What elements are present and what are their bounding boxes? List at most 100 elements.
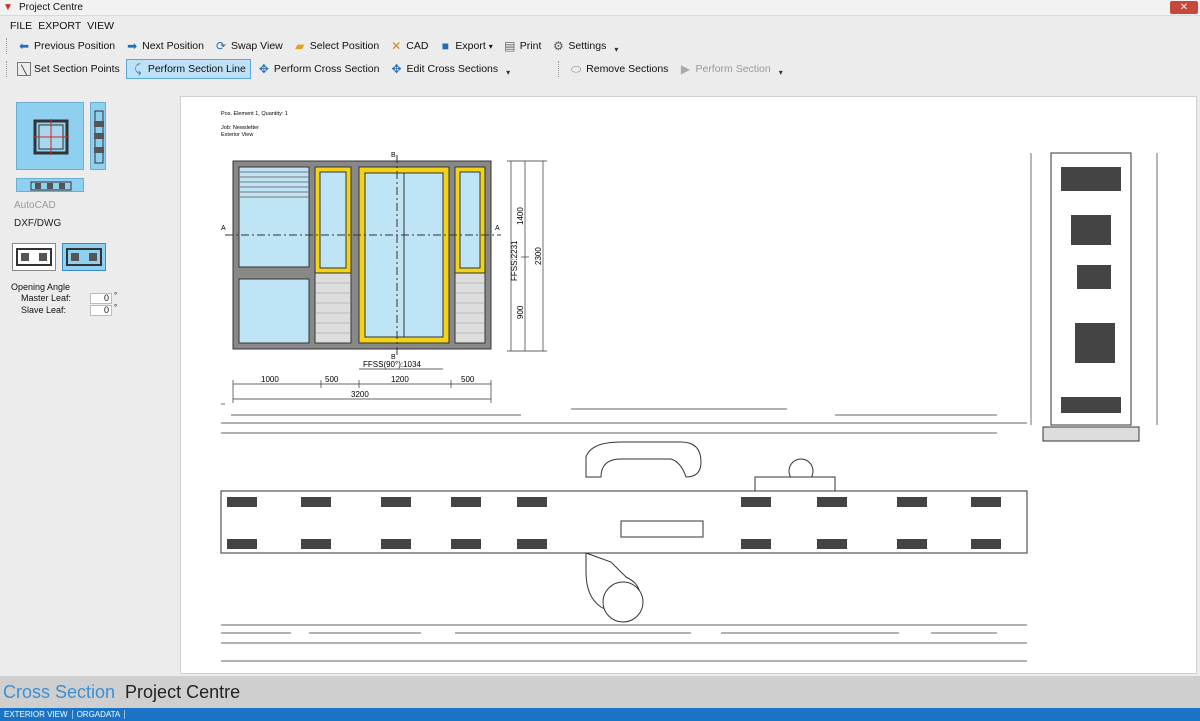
remove-sections-label: Remove Sections [586, 63, 669, 75]
master-leaf-input[interactable]: 0 [90, 293, 112, 304]
section-points-icon: ╲ [17, 62, 31, 76]
vertical-section-thumbnail[interactable] [90, 102, 106, 170]
window-title: Project Centre [19, 2, 83, 13]
profile-icon [16, 248, 52, 266]
window-preview-thumbnail[interactable] [16, 102, 84, 170]
tab-cross-section[interactable]: Cross Section [3, 682, 115, 703]
ffss-vertical-dim: FFSS:2231 [510, 240, 519, 281]
edit-cross-sections-button[interactable]: ✥ Edit Cross Sections [386, 59, 503, 79]
left-panel [0, 84, 180, 676]
settings-button[interactable]: ⚙ Settings [547, 36, 610, 56]
position-text: Pos. Element 1, Quantity: 1 [221, 111, 288, 117]
job-text: Job: Newsletter [221, 125, 259, 131]
toolbar-grip[interactable] [6, 61, 9, 77]
cad-button[interactable]: ✕ CAD [385, 36, 432, 56]
slave-leaf-input[interactable]: 0 [90, 305, 112, 316]
ffss-horizontal-dim: FFSS(90°):1034 [363, 360, 421, 369]
opening-angle-label: Opening Angle [11, 282, 71, 292]
move-icon: ✥ [391, 62, 402, 76]
cad-drawing: Pos. Element 1, Quantity: 1 Job: Newslet… [220, 111, 1158, 662]
degree-unit: ° [114, 291, 118, 300]
perform-section-line-label: Perform Section Line [147, 63, 246, 75]
perform-section-label: Perform Section [695, 63, 771, 75]
set-section-points-button[interactable]: ╲ Set Section Points [13, 59, 124, 79]
perform-section-line-button[interactable]: ⤹ Perform Section Line [125, 59, 251, 79]
menu-bar: FILE EXPORT VIEW [0, 17, 120, 35]
select-position-button[interactable]: ▰ Select Position [289, 36, 383, 56]
toolbar-grip[interactable] [6, 38, 9, 54]
perform-cross-section-label: Perform Cross Section [273, 63, 380, 75]
status-view: EXTERIOR VIEW [0, 710, 73, 719]
swap-view-label: Swap View [231, 40, 283, 52]
vertical-profile-icon [94, 110, 104, 164]
dim-900: 900 [516, 305, 525, 319]
dim-500-right: 500 [461, 375, 475, 384]
arrow-left-icon: ⬅ [18, 39, 30, 53]
section-toolbar: ╲ Set Section Points ⤹ Perform Section Lin… [0, 58, 1200, 80]
move-icon: ✥ [258, 62, 269, 76]
toolbar-overflow-icon[interactable]: ▾ [614, 45, 618, 54]
edit-cross-sections-label: Edit Cross Sections [406, 63, 499, 75]
print-button[interactable]: ▤ Print [499, 36, 546, 56]
perform-cross-section-button[interactable]: ✥ Perform Cross Section [253, 59, 384, 79]
export-label: Export [455, 40, 486, 52]
section-a-right: A [495, 225, 500, 232]
swap-view-button[interactable]: ⟳ Swap View [210, 36, 287, 56]
next-position-label: Next Position [142, 40, 204, 52]
autocad-label: AutoCAD [14, 200, 56, 211]
profile-view-button-2[interactable] [62, 243, 106, 271]
perform-section-button[interactable]: ▶ Perform Section [674, 59, 774, 79]
horizontal-cross-section [220, 441, 1028, 623]
dim-1000: 1000 [261, 375, 279, 384]
profile-view-button-1[interactable] [12, 243, 56, 271]
export-dropdown-icon[interactable]: ▾ [489, 42, 493, 51]
master-leaf-label: Master Leaf: [21, 293, 72, 303]
main-toolbar: ⬅ Previous Position ➡ Next Position ⟳ Swap … [0, 35, 1200, 57]
set-section-points-label: Set Section Points [34, 63, 120, 75]
remove-sections-button[interactable]: ⬭ Remove Sections [565, 59, 672, 79]
arrow-right-icon: ➡ [127, 39, 138, 53]
menu-file[interactable]: FILE [10, 20, 32, 32]
horizontal-section-thumbnail[interactable] [16, 178, 84, 192]
section-line-icon: ⤹ [134, 62, 142, 76]
eraser-icon: ⬭ [571, 62, 582, 76]
section-b-top: B [391, 152, 396, 159]
previous-position-label: Previous Position [34, 40, 116, 52]
close-button[interactable]: ✕ [1170, 1, 1198, 14]
previous-position-button[interactable]: ⬅ Previous Position [13, 36, 119, 56]
dim-1400: 1400 [516, 207, 525, 225]
play-icon: ▶ [680, 62, 691, 76]
menu-export[interactable]: EXPORT [38, 20, 81, 32]
toolbar-overflow-icon[interactable]: ▾ [779, 68, 783, 77]
dim-3200: 3200 [351, 390, 369, 399]
app-logo-icon: ▼ [3, 1, 13, 13]
printer-icon: ▤ [504, 39, 516, 53]
settings-label: Settings [568, 40, 607, 52]
export-button[interactable]: ■ Export ▾ [434, 36, 496, 56]
window-elevation [225, 155, 501, 355]
select-position-label: Select Position [309, 40, 380, 52]
profile-icon [66, 248, 102, 266]
title-bar: ▼ Project Centre ✕ [0, 0, 1200, 16]
slave-leaf-label: Slave Leaf: [21, 305, 67, 315]
next-position-button[interactable]: ➡ Next Position [121, 36, 208, 56]
dim-2300: 2300 [534, 247, 543, 265]
dim-1200: 1200 [391, 375, 409, 384]
menu-view[interactable]: VIEW [87, 20, 114, 32]
dxf-format-label[interactable]: DXF/DWG [14, 218, 61, 229]
tab-project-centre[interactable]: Project Centre [125, 682, 240, 703]
cad-label: CAD [406, 40, 429, 52]
cad-icon: ✕ [391, 39, 402, 53]
vertical-cross-section [1030, 152, 1158, 442]
drawing-canvas[interactable]: Pos. Element 1, Quantity: 1 Job: Newslet… [180, 96, 1197, 674]
floppy-icon: ■ [441, 39, 450, 53]
footer-tabs: Cross Section Project Centre [0, 676, 1200, 708]
toolbar-grip[interactable] [558, 61, 561, 77]
toolbar-overflow-icon[interactable]: ▾ [506, 68, 510, 77]
folder-icon: ▰ [295, 39, 305, 53]
window-preview-icon [33, 119, 69, 155]
dim-500-left: 500 [325, 375, 339, 384]
status-bar: EXTERIOR VIEW ORGADATA [0, 708, 1200, 721]
gear-icon: ⚙ [552, 39, 564, 53]
print-label: Print [519, 40, 542, 52]
